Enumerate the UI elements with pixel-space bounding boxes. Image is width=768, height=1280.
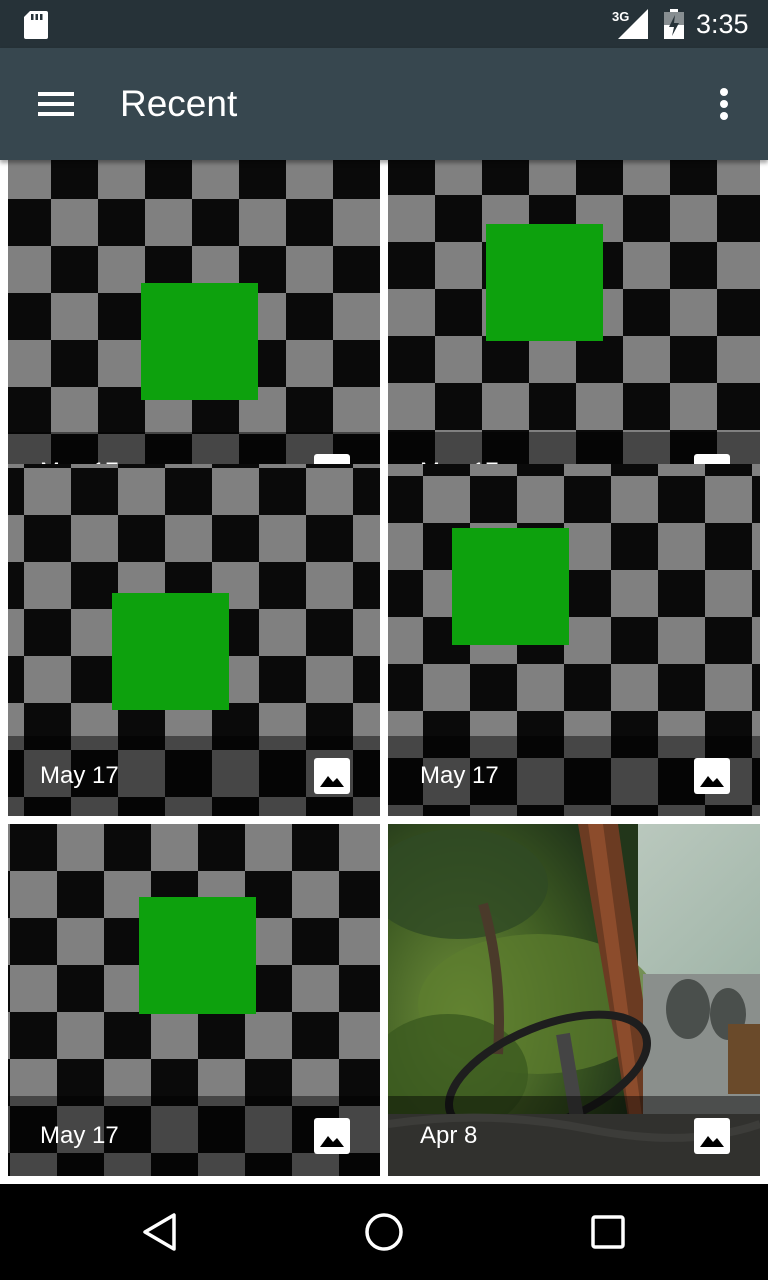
signal-icon [618,9,648,39]
clock: 3:35 [696,9,749,39]
more-vert-icon[interactable] [704,84,744,124]
sd-card-icon [24,11,48,39]
item-date: May 17 [40,1122,119,1149]
image-icon [694,758,730,794]
system-navigation-bar [0,1184,768,1280]
status-bar: 3G 3:35 [0,0,768,48]
image-icon [314,1118,350,1154]
image-icon [694,1118,730,1154]
image-icon [314,758,350,794]
grid-item[interactable]: May 17 [388,464,760,816]
grid-item[interactable]: May 17 [8,160,380,512]
recents-icon[interactable] [588,1212,628,1252]
item-date: May 17 [420,762,499,789]
grid-item[interactable]: Apr 8 [388,824,760,1176]
item-date: Apr 8 [420,1122,478,1149]
item-date: May 17 [40,762,119,789]
home-icon[interactable] [364,1212,404,1252]
page-title: Recent [120,83,238,124]
back-icon[interactable] [140,1212,180,1252]
grid-item[interactable]: May 17 [388,160,760,512]
grid-item[interactable]: May 17 [8,464,380,816]
grid-item[interactable]: May 17 [8,824,380,1176]
hamburger-menu-icon[interactable] [38,90,74,118]
recent-grid: May 17 May 17 May 17 Apr 8 [0,160,768,1184]
battery-icon [664,9,684,39]
app-toolbar: Recent [0,48,768,160]
